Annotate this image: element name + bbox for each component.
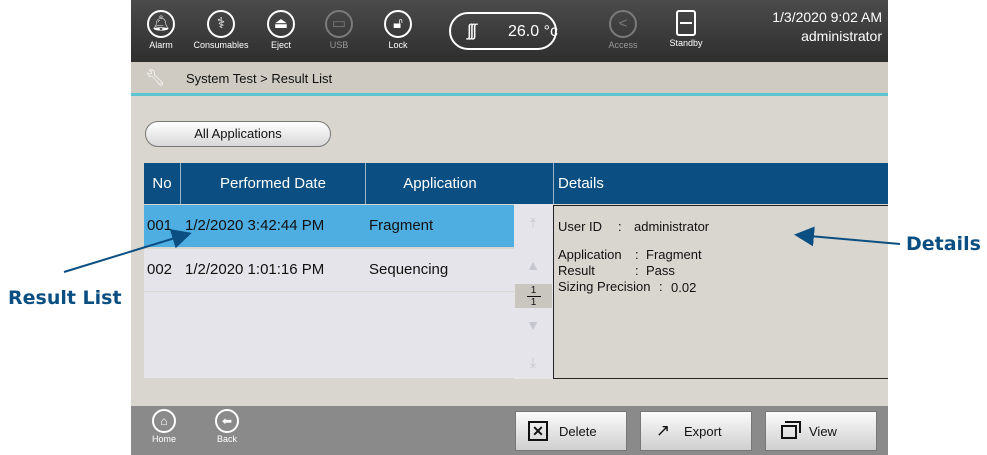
details-panel: User ID : administrator Application : Fr… [553, 205, 888, 379]
share-icon: < [609, 10, 637, 38]
home-label: Home [151, 434, 176, 444]
breadcrumb: System Test > Result List [186, 71, 333, 86]
export-button[interactable]: ↗ Export [640, 411, 752, 451]
temperature-display[interactable]: ∫∫∫ 26.0 °c [449, 12, 558, 50]
usb-label: USB [329, 40, 349, 50]
access-button[interactable]: < Access [597, 6, 649, 58]
cell-application: Sequencing [369, 261, 449, 278]
delete-button[interactable]: ✕ Delete [515, 411, 627, 451]
delete-icon: ✕ [528, 421, 548, 441]
bottom-bar: ⌂ Home ⬅︎ Back ✕ Delete ↗ Export View [131, 406, 888, 455]
scroll-controls: ⤒ ▲ 1 1 ▼ ⤓ [514, 204, 553, 379]
scroll-down-icon[interactable]: ▼ [522, 314, 544, 336]
scroll-column-header [514, 163, 553, 204]
detail-value-user-id: administrator [634, 219, 710, 234]
back-label: Back [216, 434, 237, 444]
delete-label: Delete [559, 424, 597, 439]
usb-icon: ▭ [325, 10, 353, 38]
device-screen: 🔔︎ Alarm ⚕ Consumables ⏏ Eject ▭ USB 🔓︎ … [131, 0, 888, 455]
application-filter-button[interactable]: All Applications [145, 121, 331, 147]
detail-sep: : [635, 263, 639, 278]
home-button[interactable]: ⌂ Home [144, 409, 184, 444]
back-button[interactable]: ⬅︎ Back [207, 409, 247, 444]
cell-application: Fragment [369, 217, 434, 234]
top-bar: 🔔︎ Alarm ⚕ Consumables ⏏ Eject ▭ USB 🔓︎ … [131, 0, 888, 62]
cell-performed-date: 1/2/2020 1:01:16 PM [185, 261, 325, 278]
detail-label-user-id: User ID [558, 219, 603, 234]
back-arrow-icon: ⬅︎ [215, 409, 239, 433]
figure: 🔔︎ Alarm ⚕ Consumables ⏏ Eject ▭ USB 🔓︎ … [0, 0, 987, 455]
lock-button[interactable]: 🔓︎ Lock [372, 6, 424, 58]
eject-label: Eject [270, 40, 291, 50]
lock-label: Lock [388, 40, 408, 50]
details-callout: Details [906, 233, 981, 255]
eject-button[interactable]: ⏏ Eject [255, 6, 307, 58]
cell-no: 002 [147, 261, 173, 278]
view-icon [781, 421, 801, 439]
standby-button[interactable]: Standby [660, 6, 712, 58]
details-header: Details [553, 163, 888, 204]
table-row[interactable]: 001 1/2/2020 3:42:44 PM Fragment [144, 205, 514, 247]
view-label: View [809, 424, 837, 439]
alarm-label: Alarm [149, 40, 173, 50]
page-indicator: 1 1 [515, 284, 552, 308]
alarm-button[interactable]: 🔔︎ Alarm [135, 6, 187, 58]
export-icon: ↗ [655, 421, 671, 440]
detail-sep: : [635, 247, 639, 262]
column-header-application[interactable]: Application [366, 163, 514, 204]
temperature-value: 26.0 °c [508, 23, 558, 40]
consumables-label: Consumables [193, 40, 249, 50]
detail-label-result: Result [558, 263, 595, 278]
scroll-up-icon[interactable]: ▲ [522, 254, 544, 276]
date-time: 1/3/2020 9:02 AM [772, 9, 882, 25]
detail-label-application: Application [558, 247, 622, 262]
page-current: 1 [530, 285, 537, 296]
detail-sep: : [659, 279, 663, 294]
export-label: Export [684, 424, 722, 439]
column-header-no[interactable]: No [144, 163, 181, 204]
consumables-button[interactable]: ⚕ Consumables [191, 6, 251, 58]
result-table-header: No Performed Date Application [144, 163, 514, 204]
lock-icon: 🔓︎ [384, 10, 412, 38]
view-button[interactable]: View [765, 411, 877, 451]
bell-icon: 🔔︎ [147, 10, 175, 38]
detail-sep: : [618, 219, 622, 234]
home-icon: ⌂ [152, 409, 176, 433]
scroll-bottom-icon[interactable]: ⤓ [522, 351, 544, 373]
wrench-icon: 🔧︎ [145, 70, 166, 87]
table-empty-area [144, 292, 514, 378]
cell-no: 001 [147, 217, 173, 234]
usb-button[interactable]: ▭ USB [313, 6, 365, 58]
result-list-callout: Result List [8, 287, 122, 309]
standby-icon [676, 10, 696, 36]
table-row[interactable]: 002 1/2/2020 1:01:16 PM Sequencing [144, 249, 514, 291]
page-total: 1 [530, 297, 537, 308]
heat-icon: ∫∫∫ [467, 21, 477, 40]
detail-value-result: Pass [646, 263, 675, 278]
access-label: Access [608, 40, 638, 50]
breadcrumb-bar: 🔧︎ System Test > Result List [131, 62, 888, 96]
detail-label-sizing-precision: Sizing Precision [558, 279, 651, 294]
cell-performed-date: 1/2/2020 3:42:44 PM [185, 217, 325, 234]
current-user: administrator [801, 28, 882, 44]
consumables-icon: ⚕ [207, 10, 235, 38]
status-info: 1/3/2020 9:02 AM administrator [772, 8, 882, 46]
standby-label: Standby [669, 38, 703, 48]
detail-value-sizing-precision: 0.02 [671, 280, 697, 295]
column-header-performed-date[interactable]: Performed Date [181, 163, 366, 204]
scroll-top-icon[interactable]: ⤒ [522, 212, 544, 234]
detail-value-application: Fragment [646, 247, 702, 262]
eject-icon: ⏏ [267, 10, 295, 38]
